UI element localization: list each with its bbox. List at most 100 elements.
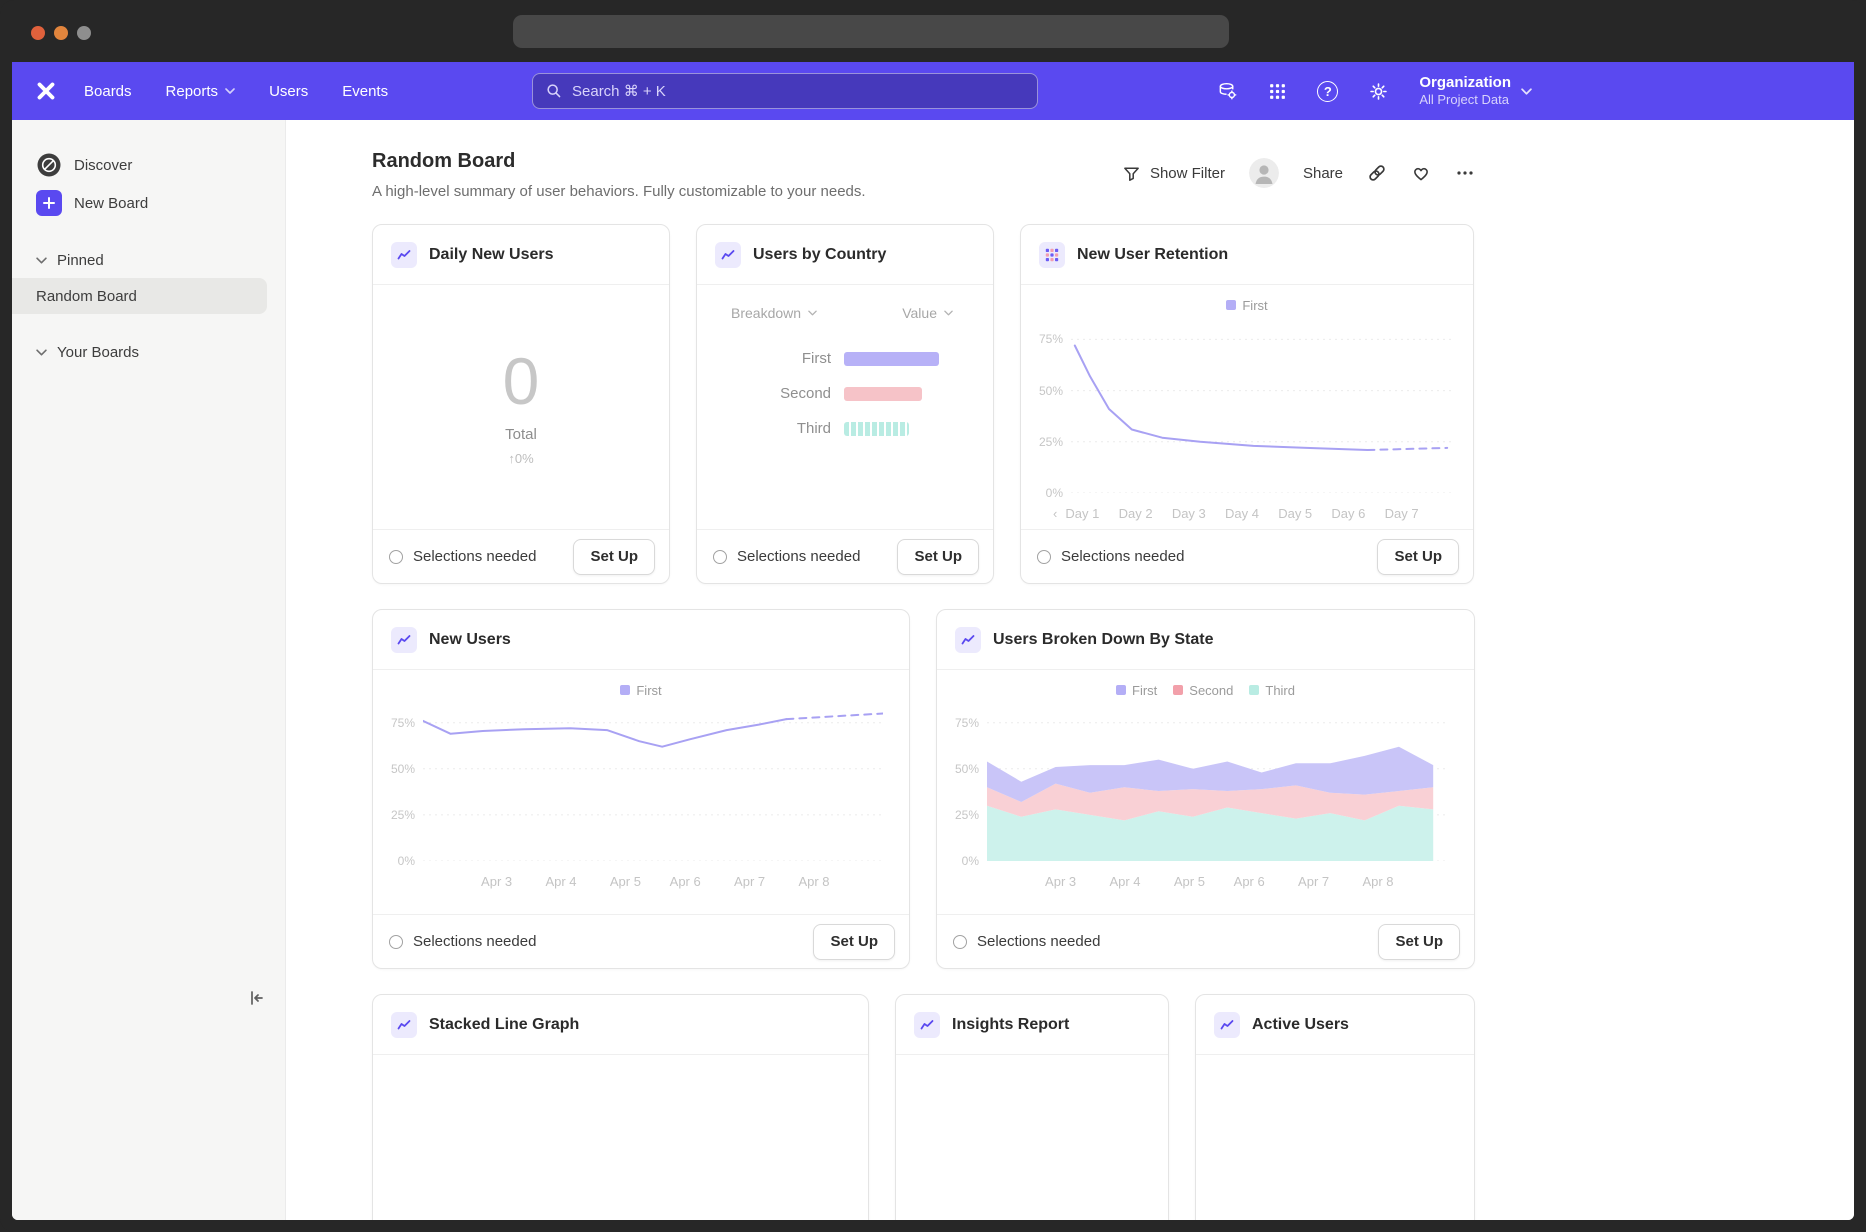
- main-content: Random Board A high-level summary of use…: [286, 120, 1854, 1220]
- chart-legend: First: [1037, 297, 1457, 313]
- sidebar-collapse-icon[interactable]: [245, 986, 269, 1010]
- traffic-lights: [31, 26, 91, 40]
- search-bar[interactable]: [532, 73, 1038, 109]
- set-up-button[interactable]: Set Up: [573, 539, 655, 575]
- status-circle-icon: [713, 550, 727, 564]
- card-title: Stacked Line Graph: [429, 1016, 579, 1034]
- metric-delta: ↑0%: [508, 451, 533, 466]
- legend-item: Third: [1249, 683, 1295, 698]
- nav-item-boards[interactable]: Boards: [84, 83, 132, 100]
- cards-row-3: Stacked Line Graph Insights Report: [372, 994, 1475, 1220]
- set-up-button[interactable]: Set Up: [897, 539, 979, 575]
- nav-links: Boards Reports Users Events: [84, 83, 388, 100]
- card-title: Daily New Users: [429, 246, 554, 264]
- nav-right-cluster: ? Organization All Project Data: [1217, 74, 1532, 109]
- sidebar-section-your-boards[interactable]: Your Boards: [12, 334, 285, 370]
- chart-legend: First Second Third: [953, 682, 1458, 698]
- set-up-button[interactable]: Set Up: [1377, 539, 1459, 575]
- data-management-icon[interactable]: [1217, 81, 1238, 102]
- window-close-button[interactable]: [31, 26, 45, 40]
- plus-icon: [36, 190, 62, 216]
- status-circle-icon: [389, 550, 403, 564]
- x-axis-labels: Apr 3Apr 4Apr 5Apr 6Apr 7Apr 8: [987, 874, 1447, 892]
- cards-row-1: Daily New Users 0 Total ↑0%: [372, 224, 1475, 584]
- card-title: Insights Report: [952, 1016, 1069, 1034]
- metric-label: Total: [505, 426, 537, 443]
- line-chart-icon: [914, 1012, 940, 1038]
- legend-item: Second: [1173, 683, 1233, 698]
- breakdown-dropdown[interactable]: Breakdown: [731, 305, 817, 321]
- legend-item: First: [1116, 683, 1157, 698]
- show-filter-button[interactable]: Show Filter: [1122, 164, 1225, 183]
- legend-item: First: [620, 683, 661, 698]
- chevron-down-icon: [808, 310, 817, 316]
- sidebar-item-new-board[interactable]: New Board: [12, 184, 285, 222]
- card-title: New User Retention: [1077, 246, 1228, 264]
- app-body: Discover New Board Pinned Random Board: [12, 120, 1854, 1220]
- org-project: All Project Data: [1419, 92, 1511, 108]
- chevron-down-icon: [944, 310, 953, 316]
- mixpanel-logo-icon[interactable]: [34, 79, 58, 103]
- y-axis-ticks: 75%50%25%0%: [387, 708, 415, 866]
- more-options-icon[interactable]: [1455, 163, 1475, 183]
- status-circle-icon: [953, 935, 967, 949]
- sidebar-section-pinned[interactable]: Pinned: [12, 242, 285, 278]
- set-up-button[interactable]: Set Up: [1378, 924, 1460, 960]
- address-bar[interactable]: [513, 15, 1229, 48]
- status-text: Selections needed: [977, 933, 1100, 950]
- page-title: Random Board: [372, 148, 1854, 174]
- card-daily-new-users: Daily New Users 0 Total ↑0%: [372, 224, 670, 584]
- breakdown-bar: [844, 387, 922, 401]
- board-actions: Show Filter Share: [1122, 158, 1475, 188]
- settings-gear-icon[interactable]: [1368, 81, 1389, 102]
- sidebar-item-discover[interactable]: Discover: [12, 146, 285, 184]
- retention-line-chart: [1071, 323, 1451, 493]
- chevron-down-icon: [225, 88, 235, 94]
- x-axis-labels: Apr 3Apr 4Apr 5Apr 6Apr 7Apr 8: [423, 874, 883, 892]
- legend-item: First: [1226, 298, 1267, 313]
- breakdown-bar: [844, 352, 939, 366]
- status-text: Selections needed: [1061, 548, 1184, 565]
- copy-link-icon[interactable]: [1367, 163, 1387, 183]
- search-icon: [545, 82, 563, 100]
- card-users-by-state: Users Broken Down By State First Second Th…: [936, 609, 1475, 969]
- avatar[interactable]: [1249, 158, 1279, 188]
- value-dropdown[interactable]: Value: [902, 305, 953, 321]
- card-title: Users Broken Down By State: [993, 631, 1214, 649]
- window-zoom-button[interactable]: [77, 26, 91, 40]
- help-icon[interactable]: ?: [1317, 81, 1338, 102]
- org-selector[interactable]: Organization All Project Data: [1419, 74, 1532, 109]
- cards-row-2: New Users First 75%50%25%0% Apr 3Apr 4Ap…: [372, 609, 1475, 969]
- line-chart-icon: [391, 1012, 417, 1038]
- set-up-button[interactable]: Set Up: [813, 924, 895, 960]
- cards-grid: Daily New Users 0 Total ↑0%: [372, 224, 1475, 1220]
- card-users-by-country: Users by Country Breakdown Value: [696, 224, 994, 584]
- search-input[interactable]: [572, 83, 1025, 100]
- chevron-down-icon: [1521, 88, 1532, 95]
- browser-window: Boards Reports Users Events ?: [0, 0, 1866, 1232]
- breakdown-row: First: [697, 341, 993, 376]
- card-title: Users by Country: [753, 246, 886, 264]
- app-frame: Boards Reports Users Events ?: [12, 62, 1854, 1220]
- breakdown-bar: [844, 422, 909, 436]
- card-new-user-retention: New User Retention First 75%50%25%0% ‹Da…: [1020, 224, 1474, 584]
- line-chart-icon: [391, 627, 417, 653]
- share-button[interactable]: Share: [1303, 165, 1343, 182]
- org-name: Organization: [1419, 74, 1511, 93]
- apps-grid-icon[interactable]: [1268, 82, 1287, 101]
- nav-item-reports[interactable]: Reports: [166, 83, 236, 100]
- sidebar-item-random-board[interactable]: Random Board: [12, 278, 267, 314]
- favorite-heart-icon[interactable]: [1411, 163, 1431, 183]
- nav-item-users[interactable]: Users: [269, 83, 308, 100]
- page-head: Random Board A high-level summary of use…: [372, 148, 1854, 202]
- breakdown-row: Third: [697, 411, 993, 446]
- status-circle-icon: [1037, 550, 1051, 564]
- line-chart-icon: [391, 242, 417, 268]
- x-axis-labels: ‹Day 1Day 2Day 3Day 4Day 5Day 6Day 7: [1071, 506, 1451, 524]
- card-stacked-line-graph: Stacked Line Graph: [372, 994, 869, 1220]
- window-minimize-button[interactable]: [54, 26, 68, 40]
- page-subtitle: A high-level summary of user behaviors. …: [372, 182, 1854, 202]
- nav-item-events[interactable]: Events: [342, 83, 388, 100]
- chevron-down-icon: [36, 349, 47, 356]
- card-new-users: New Users First 75%50%25%0% Apr 3Apr 4Ap…: [372, 609, 910, 969]
